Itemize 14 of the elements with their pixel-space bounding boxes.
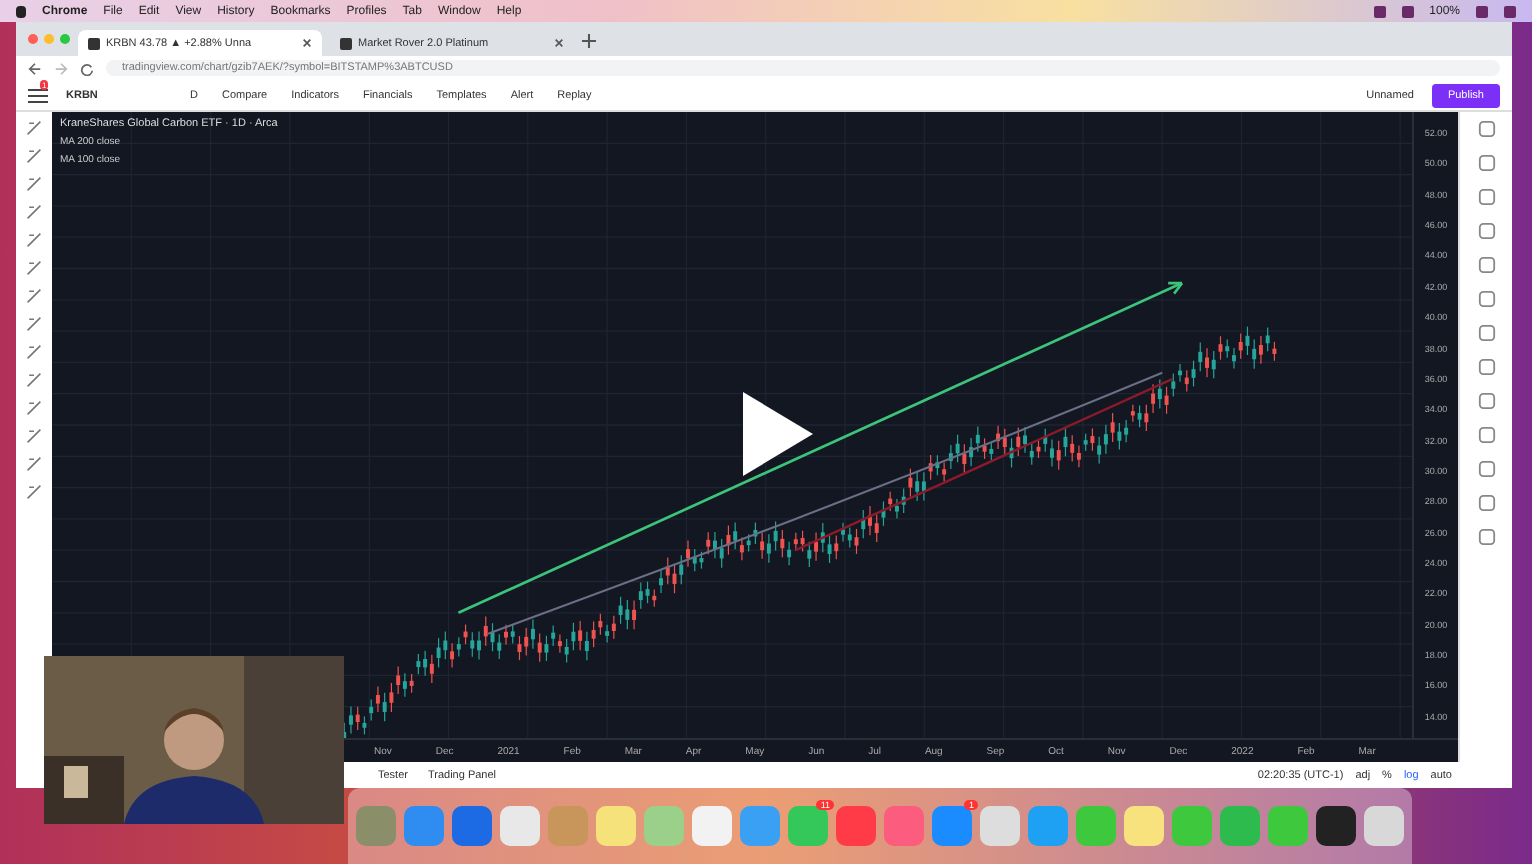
back-icon[interactable]	[28, 61, 42, 75]
app-icon[interactable]	[1316, 806, 1356, 846]
apple-icon[interactable]	[16, 5, 26, 17]
play-icon[interactable]	[742, 392, 814, 476]
status-icon[interactable]	[1401, 5, 1414, 17]
status-icon[interactable]	[1373, 5, 1386, 17]
window-controls[interactable]	[28, 34, 70, 44]
line-icon[interactable]	[26, 148, 42, 164]
app-icon[interactable]	[1364, 806, 1404, 846]
close-icon[interactable]	[302, 38, 312, 48]
reload-icon[interactable]	[80, 61, 94, 75]
close-icon[interactable]	[554, 38, 564, 48]
forward-icon[interactable]	[54, 61, 68, 75]
trend-arrow[interactable]	[457, 281, 1184, 614]
